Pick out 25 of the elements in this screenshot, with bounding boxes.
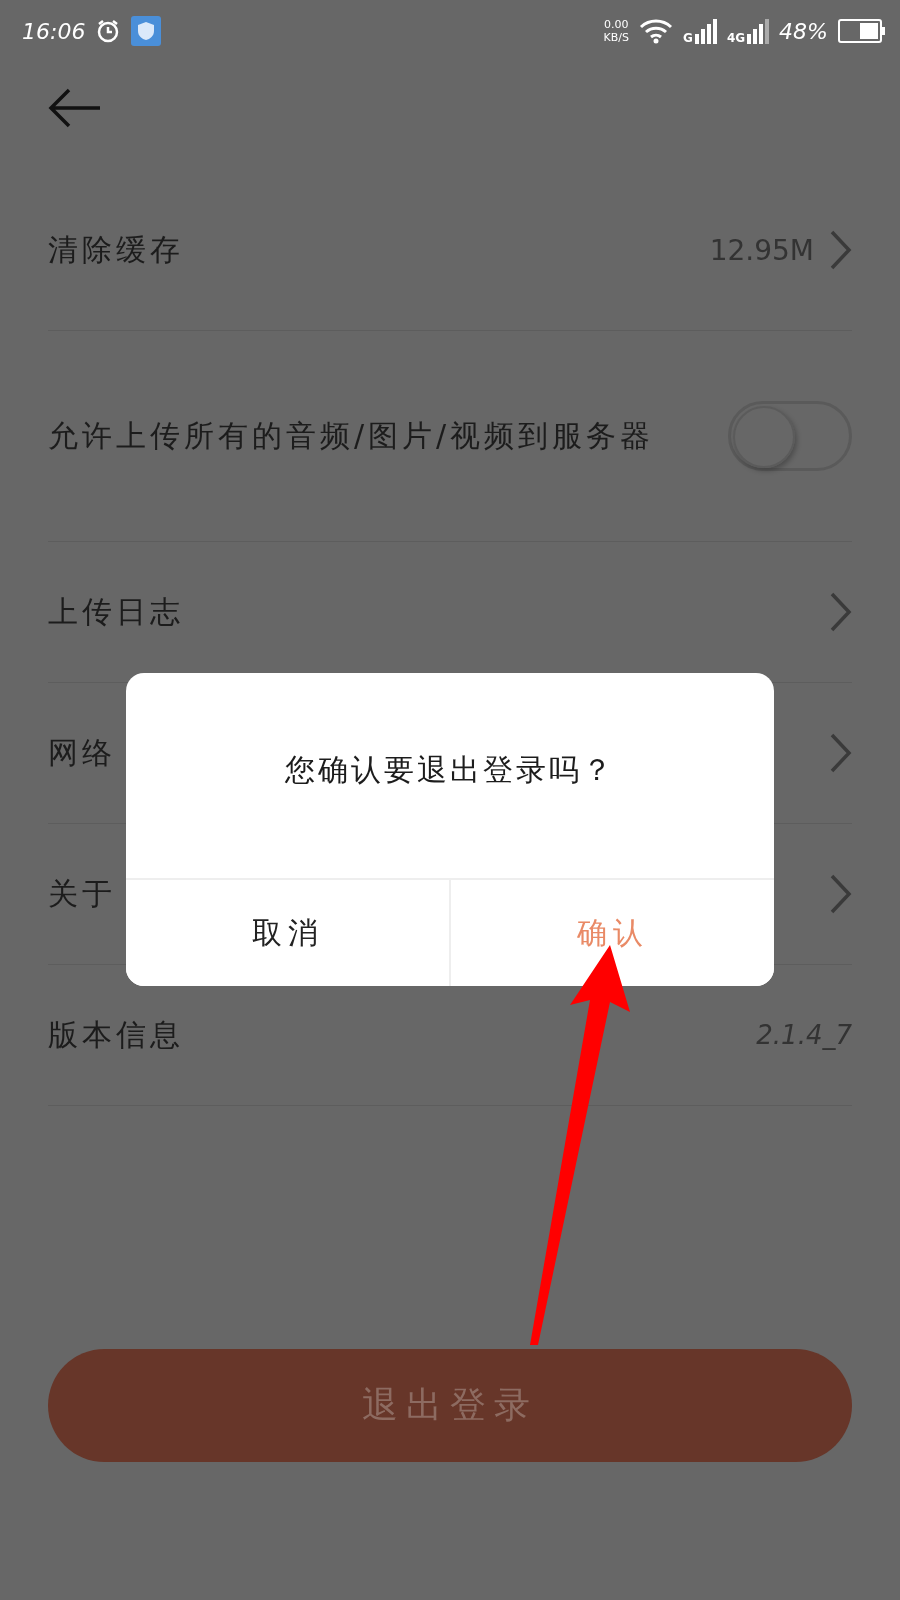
shield-icon[interactable]: [131, 16, 162, 46]
network-type: G: [683, 31, 693, 45]
setting-label: 允许上传所有的音频/图片/视频到服务器: [48, 416, 655, 455]
chevron-right-icon[interactable]: [830, 230, 852, 270]
setting-label: 网络: [48, 733, 116, 772]
setting-label: 上传日志: [48, 592, 184, 631]
network-speed: 0.00 KB/S: [603, 18, 630, 44]
back-arrow-icon[interactable]: [48, 88, 102, 128]
signal-icon: [694, 18, 717, 44]
cancel-button[interactable]: 取消: [126, 880, 451, 986]
logout-button[interactable]: 退出登录: [48, 1349, 852, 1462]
wifi-icon: [639, 18, 674, 44]
setting-label: 版本信息: [48, 1015, 184, 1054]
battery-icon: [838, 19, 886, 43]
status-time: 16:06: [22, 18, 86, 44]
chevron-right-icon[interactable]: [830, 733, 852, 773]
setting-label: 清除缓存: [48, 230, 184, 269]
network-type: 4G: [726, 31, 746, 45]
signal-icon: [747, 18, 770, 44]
toggle-switch[interactable]: [728, 401, 852, 471]
chevron-right-icon[interactable]: [830, 874, 852, 914]
setting-label: 关于: [48, 874, 116, 913]
battery-percent: 48%: [779, 18, 828, 44]
chevron-right-icon[interactable]: [830, 592, 852, 632]
dialog-message: 您确认要退出登录吗？: [284, 751, 616, 789]
